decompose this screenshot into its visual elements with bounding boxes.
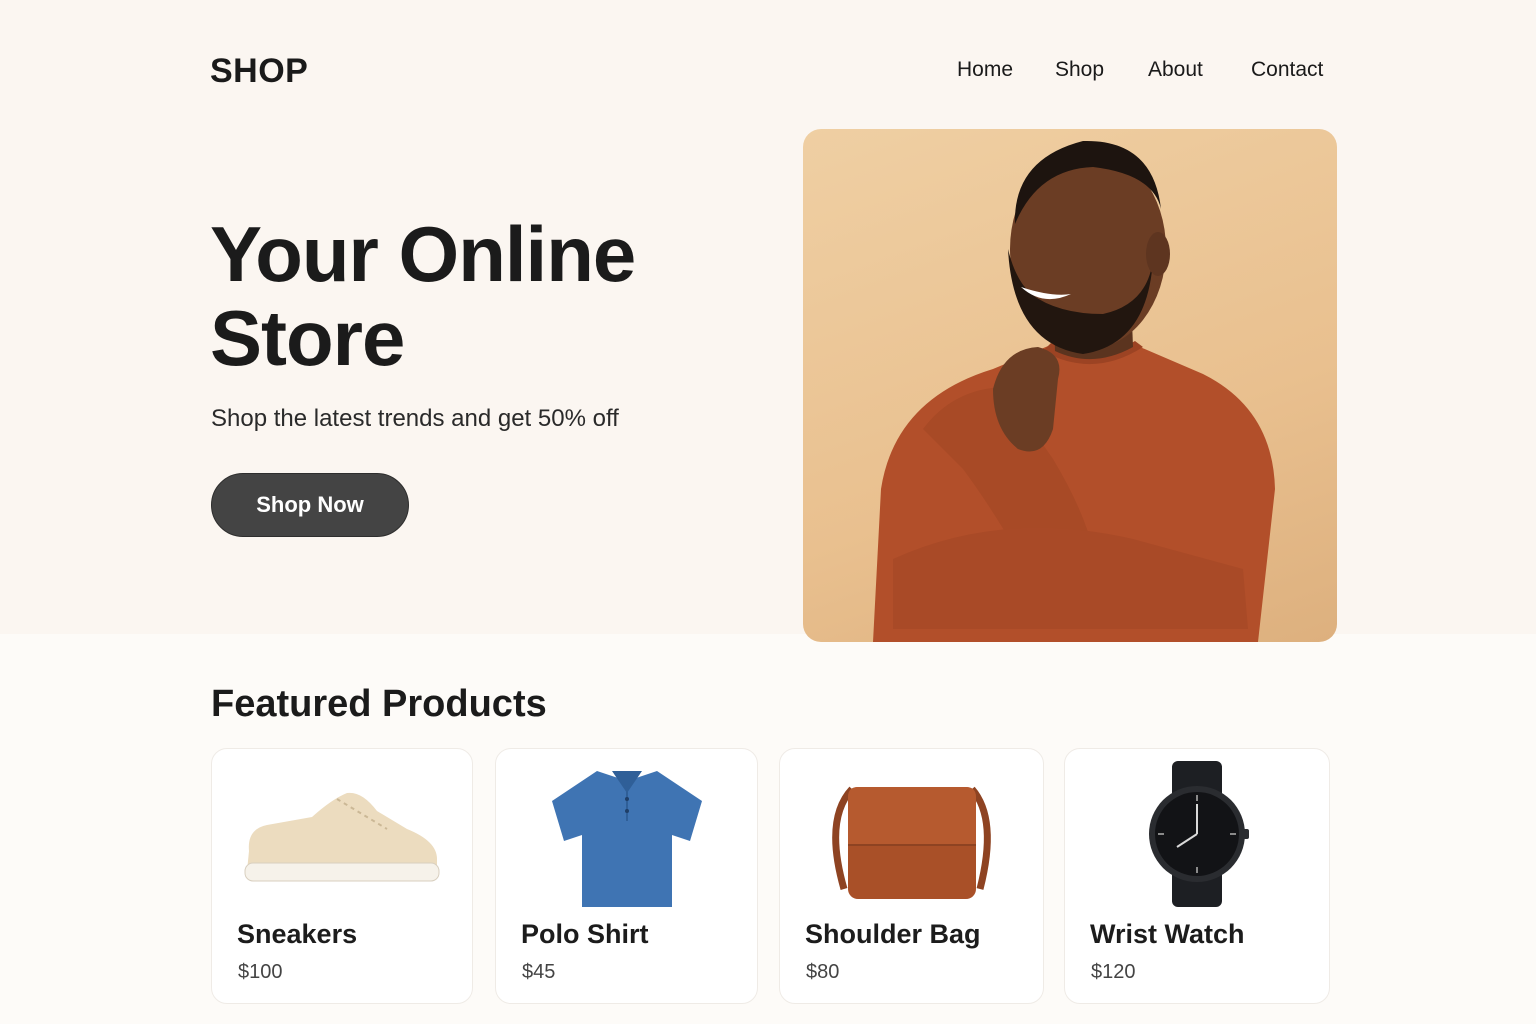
- product-card-polo-shirt[interactable]: Polo Shirt $45: [495, 748, 758, 1004]
- hero-subtitle: Shop the latest trends and get 50% off: [211, 405, 619, 432]
- product-price: $100: [238, 961, 283, 983]
- shoulder-bag-icon: [780, 759, 1043, 909]
- featured-products-heading: Featured Products: [211, 683, 547, 725]
- product-price: $45: [522, 961, 556, 983]
- nav-home-link[interactable]: Home: [957, 58, 1013, 82]
- wrist-watch-icon: [1065, 759, 1329, 909]
- product-name: Shoulder Bag: [805, 919, 981, 949]
- shop-now-button[interactable]: Shop Now: [211, 473, 409, 537]
- polo-shirt-icon: [496, 759, 757, 909]
- hero-title-line-1: Your Online: [210, 210, 636, 298]
- product-name: Sneakers: [237, 919, 358, 949]
- product-name: Polo Shirt: [521, 919, 649, 949]
- sneaker-icon: [212, 759, 472, 909]
- nav-about-link[interactable]: About: [1148, 58, 1203, 82]
- nav-contact-link[interactable]: Contact: [1251, 58, 1323, 82]
- main-nav: Home Shop About Contact: [0, 58, 1536, 88]
- product-card-sneakers[interactable]: Sneakers $100: [211, 748, 473, 1004]
- hero-title-line-2: Store: [210, 294, 405, 382]
- product-card-shoulder-bag[interactable]: Shoulder Bag $80: [779, 748, 1044, 1004]
- product-price: $80: [806, 961, 840, 983]
- hero-title: Your Online Store: [210, 212, 730, 380]
- product-name: Wrist Watch: [1090, 919, 1245, 949]
- product-card-wrist-watch[interactable]: Wrist Watch $120: [1064, 748, 1330, 1004]
- hero-model-photo: [803, 129, 1337, 642]
- product-price: $120: [1091, 961, 1136, 983]
- nav-shop-link[interactable]: Shop: [1055, 58, 1104, 82]
